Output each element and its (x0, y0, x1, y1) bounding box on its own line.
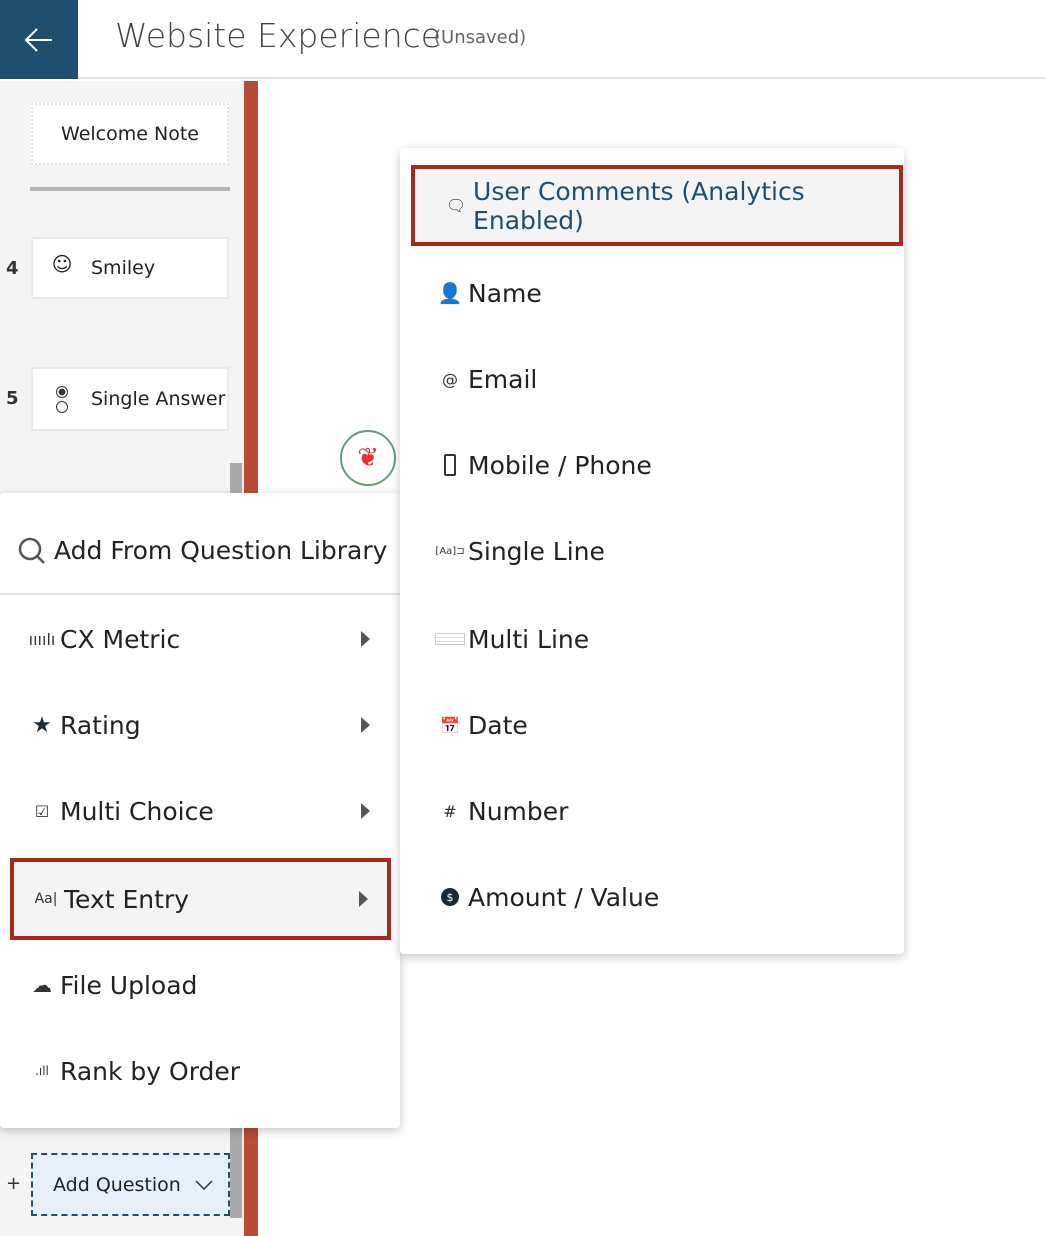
menu-item-rank-by-order[interactable]: .ıll Rank by Order (0, 1028, 400, 1114)
multi-line-icon (432, 633, 468, 645)
menu-label: Multi Choice (60, 796, 214, 826)
menu-label: Number (468, 796, 569, 826)
caret-right-icon (359, 891, 368, 907)
smiley-icon: ☺ (51, 252, 73, 276)
metric-icon: ıııılı (28, 629, 56, 649)
scrollbar[interactable] (230, 1128, 242, 1218)
menu-label: Multi Line (468, 624, 590, 654)
add-question-label: Add Question (53, 1173, 181, 1196)
add-question-button[interactable]: Add Question (31, 1153, 230, 1216)
user-icon: 👤 (437, 281, 463, 305)
menu-label: Mobile / Phone (468, 450, 652, 480)
caret-right-icon (361, 803, 370, 819)
arrow-left-icon (24, 27, 52, 52)
checkbox-icon: ☑ (34, 801, 50, 821)
menu-label: Text Entry (64, 884, 190, 914)
text-entry-submenu: 🗨 User Comments (Analytics Enabled) 👤 Name… (400, 148, 904, 954)
menu-label: Add From Question Library (54, 536, 388, 565)
submenu-item-user-comments[interactable]: 🗨 User Comments (Analytics Enabled) (411, 165, 903, 246)
chevron-down-icon (195, 1179, 213, 1190)
scrollbar[interactable] (230, 463, 242, 495)
logo: ❦ (340, 430, 396, 486)
menu-item-cx-metric[interactable]: ıııılı CX Metric (0, 596, 400, 682)
unsaved-status: (Unsaved) (434, 27, 527, 48)
phone-icon (432, 454, 468, 476)
question-label: Single Answer (91, 388, 226, 410)
submenu-item-date[interactable]: 📅 Date (400, 682, 904, 768)
question-label: Smiley (91, 257, 156, 279)
menu-label: CX Metric (60, 624, 181, 654)
separator (30, 187, 230, 191)
menu-item-rating[interactable]: ★ Rating (0, 682, 400, 768)
welcome-note-label: Welcome Note (61, 123, 199, 145)
menu-item-file-upload[interactable]: ☁ File Upload (0, 942, 400, 1028)
welcome-note-card[interactable]: Welcome Note (31, 103, 229, 165)
at-icon: @ (442, 369, 458, 389)
menu-label: Single Line (468, 536, 605, 566)
single-line-icon: [Aa]⊐ (435, 545, 465, 557)
submenu-item-single-line[interactable]: [Aa]⊐ Single Line (400, 508, 904, 594)
menu-label: Rating (60, 710, 141, 740)
rank-icon: .ıll (35, 1064, 49, 1078)
menu-label: File Upload (60, 970, 198, 1000)
question-type-menu: Add From Question Library ıııılı CX Metri… (0, 493, 400, 1128)
menu-label: Date (468, 710, 528, 740)
plus-icon: + (6, 1173, 22, 1194)
text-entry-icon: Aa| (34, 891, 58, 907)
menu-label: Email (468, 364, 538, 394)
comment-icon: 🗨 (445, 196, 467, 215)
cloud-upload-icon: ☁ (32, 973, 52, 997)
question-number: 4 (6, 258, 19, 279)
question-card-smiley[interactable]: ☺ Smiley (31, 237, 229, 299)
submenu-item-amount[interactable]: $ Amount / Value (400, 854, 904, 940)
menu-item-multi-choice[interactable]: ☑ Multi Choice (0, 768, 400, 854)
menu-label: Name (468, 278, 542, 308)
caret-right-icon (361, 631, 370, 647)
menu-label: Rank by Order (60, 1056, 241, 1086)
back-button[interactable] (0, 0, 78, 79)
submenu-item-mobile[interactable]: Mobile / Phone (400, 422, 904, 508)
submenu-item-name[interactable]: 👤 Name (400, 250, 904, 336)
submenu-item-number[interactable]: # Number (400, 768, 904, 854)
radio-icon (33, 385, 91, 413)
question-card-single-answer[interactable]: Single Answer (31, 367, 229, 431)
question-number: 5 (6, 388, 19, 409)
menu-item-text-entry[interactable]: Aa| Text Entry (10, 858, 391, 940)
dollar-icon: $ (432, 888, 468, 906)
submenu-item-multi-line[interactable]: Multi Line (400, 596, 904, 682)
search-icon (18, 537, 45, 564)
menu-label: Amount / Value (468, 882, 660, 912)
caret-right-icon (361, 717, 370, 733)
add-from-library[interactable]: Add From Question Library (0, 508, 400, 595)
page-title: Website Experience (115, 16, 442, 55)
submenu-item-email[interactable]: @ Email (400, 336, 904, 422)
star-icon: ★ (32, 712, 52, 738)
menu-label: User Comments (Analytics Enabled) (473, 176, 805, 235)
hash-icon: # (443, 801, 457, 821)
calendar-icon: 📅 (440, 715, 460, 735)
